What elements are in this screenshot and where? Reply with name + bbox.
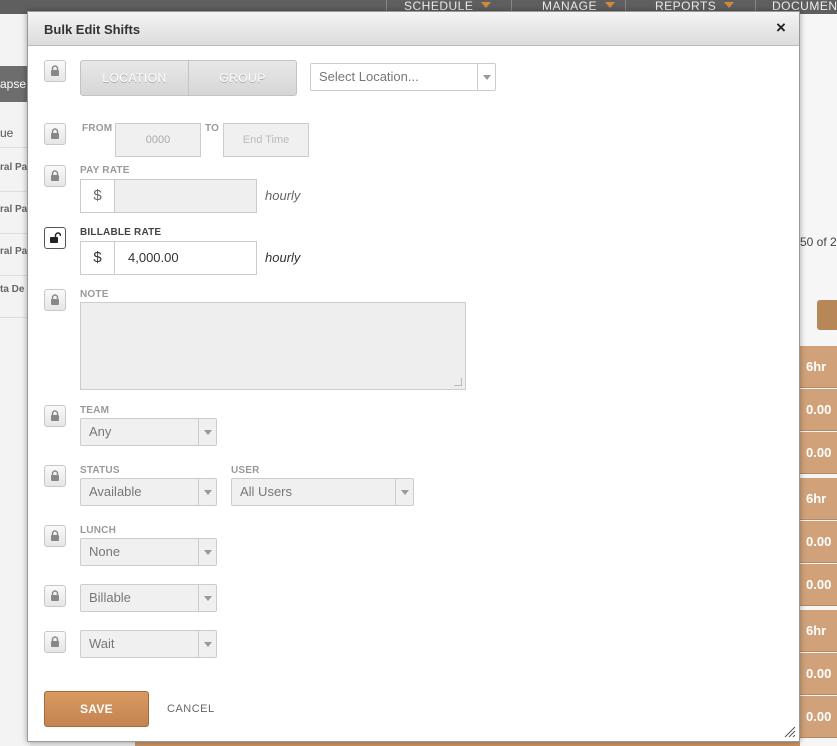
schedule-cell[interactable]: 0.00 [800,521,837,563]
end-time-input[interactable]: End Time [223,123,309,157]
close-icon[interactable]: × [773,19,789,37]
resize-grip-icon[interactable] [784,726,796,738]
from-label: FROM [82,123,113,134]
chevron-down-icon [395,479,413,505]
background-left-panel: apse l ue ral Pa ral Pa ral Pa ta De [0,14,30,746]
chevron-down-icon [198,585,216,611]
pay-rate-input[interactable] [115,179,257,213]
lock-icon[interactable] [44,631,66,653]
wait-select[interactable]: Wait [80,630,217,658]
collapse-label: apse l [0,77,30,91]
lock-icon[interactable] [44,465,66,487]
chevron-down-icon [481,2,492,8]
schedule-cell[interactable]: 6hr [800,610,837,652]
note-label: NOTE [80,289,109,300]
grid-view-icon[interactable] [817,300,837,330]
schedule-cell[interactable]: 0.00 [800,432,837,474]
location-toggle-button[interactable]: LOCATION [81,61,188,95]
chevron-down-icon [198,539,216,565]
billable-rate-label: BILLABLE RATE [80,227,162,238]
cancel-button[interactable]: CANCEL [167,703,215,715]
chevron-down-icon [605,2,616,8]
dialog-title: Bulk Edit Shifts [44,22,141,37]
team-label: TEAM [80,405,110,416]
list-item[interactable]: ral Pa [0,234,30,276]
lunch-label: LUNCH [80,525,116,536]
lock-icon[interactable] [44,405,66,427]
schedule-cell[interactable]: 6hr [800,478,837,520]
lock-icon[interactable] [44,165,66,187]
pager-text: 50 of 20 [800,235,837,249]
pay-rate-unit: hourly [265,188,301,203]
lock-icon[interactable] [44,60,66,82]
chevron-down-icon [198,631,216,657]
user-select-value: All Users [240,484,293,499]
team-select[interactable]: Any [80,418,217,446]
from-time-input[interactable]: 0000 [115,123,201,157]
schedule-cell[interactable]: 0.00 [800,653,837,695]
location-select-value: Select Location... [319,69,419,84]
status-select-value: Available [89,484,142,499]
billable-rate-unit: hourly [265,250,301,265]
chevron-down-icon [724,2,735,8]
lock-icon[interactable] [44,289,66,311]
collapse-band[interactable]: apse l [0,66,30,102]
to-label: TO [205,123,220,134]
chevron-down-icon [477,64,495,90]
billable-rate-input[interactable]: 4,000.00 [115,241,257,275]
lunch-select[interactable]: None [80,538,217,566]
status-select[interactable]: Available [80,478,217,506]
location-group-toggle: LOCATION GROUP [80,60,297,96]
bulk-edit-shifts-dialog: Bulk Edit Shifts × LOCATION GROUP Select… [27,11,800,742]
schedule-cell[interactable]: 0.00 [800,389,837,431]
list-item[interactable]: ral Pa [0,150,30,192]
schedule-cell[interactable]: 0.00 [800,696,837,738]
user-select[interactable]: All Users [231,478,414,506]
wait-select-value: Wait [89,636,115,651]
user-label: USER [231,465,260,476]
status-label: STATUS [80,465,120,476]
chevron-down-icon [198,479,216,505]
resize-grip-icon[interactable] [454,378,462,386]
schedule-cell[interactable]: 6hr [800,346,837,388]
lock-icon[interactable] [44,585,66,607]
schedule-cell[interactable]: 0.00 [800,564,837,606]
pay-rate-currency: $ [80,179,115,213]
pay-rate-label: PAY RATE [80,165,130,176]
chevron-down-icon [198,419,216,445]
lunch-select-value: None [89,544,121,559]
save-button[interactable]: SAVE [44,691,149,727]
unlock-icon[interactable] [44,227,66,249]
group-toggle-button[interactable]: GROUP [188,61,296,95]
location-select[interactable]: Select Location... [310,63,496,91]
billable-select[interactable]: Billable [80,584,217,612]
team-select-value: Any [89,424,112,439]
lock-icon[interactable] [44,123,66,145]
list-item[interactable]: ral Pa [0,192,30,234]
column-header: ue [0,118,30,148]
lock-icon[interactable] [44,525,66,547]
dialog-header: Bulk Edit Shifts × [28,12,799,46]
note-textarea[interactable] [80,302,466,390]
list-item[interactable]: ta De [0,276,30,318]
billable-rate-currency: $ [80,241,115,275]
background-right-panel: 50 of 20 6hr 0.00 0.00 6hr 0.00 0.00 6hr… [800,14,837,746]
billable-select-value: Billable [89,590,131,605]
